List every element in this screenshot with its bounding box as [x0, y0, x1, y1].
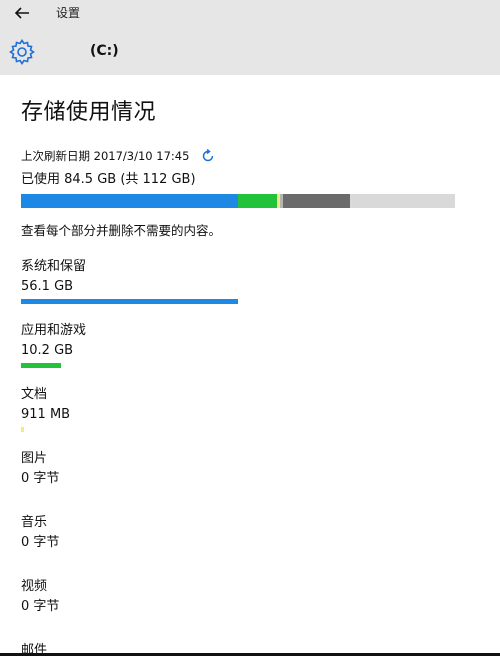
- refresh-icon[interactable]: [201, 149, 215, 163]
- category-name: 图片: [21, 451, 48, 466]
- storage-category[interactable]: 图片 0 字节: [21, 450, 481, 488]
- drive-label: (C:): [90, 43, 119, 59]
- page-header: (C:): [0, 28, 500, 75]
- usage-bar-segment: [21, 194, 238, 208]
- category-size: 0 字节: [21, 535, 60, 550]
- back-button[interactable]: [10, 2, 34, 24]
- title-bar: 设置: [0, 0, 500, 28]
- usage-bar: [21, 194, 455, 208]
- hint-text: 查看每个部分并删除不需要的内容。: [21, 223, 222, 238]
- gear-icon: [9, 39, 35, 65]
- usage-bar-segment: [238, 194, 277, 208]
- category-size: 911 MB: [21, 407, 71, 422]
- category-name: 音乐: [21, 515, 48, 530]
- storage-category[interactable]: 系统和保留 56.1 GB: [21, 258, 481, 304]
- category-usage-bar: [21, 299, 238, 304]
- category-usage-bar: [21, 363, 61, 368]
- window-title: 设置: [56, 6, 81, 20]
- usage-bar-segment: [283, 194, 350, 208]
- used-summary: 已使用 84.5 GB (共 112 GB): [21, 172, 196, 187]
- category-name: 系统和保留: [21, 259, 87, 274]
- storage-category[interactable]: 音乐 0 字节: [21, 514, 481, 552]
- storage-category[interactable]: 邮件: [21, 642, 481, 660]
- last-refresh-text: 上次刷新日期 2017/3/10 17:45: [21, 149, 190, 163]
- category-size: 10.2 GB: [21, 343, 74, 358]
- back-arrow-icon: [14, 7, 29, 19]
- category-usage-bar: [21, 427, 24, 432]
- category-name: 邮件: [21, 643, 48, 658]
- storage-category[interactable]: 文档 911 MB: [21, 386, 481, 432]
- storage-category[interactable]: 视频 0 字节: [21, 578, 481, 616]
- category-size: 0 字节: [21, 599, 60, 614]
- last-refresh: 上次刷新日期 2017/3/10 17:45: [21, 148, 215, 164]
- storage-category[interactable]: 应用和游戏 10.2 GB: [21, 322, 481, 368]
- category-size: 56.1 GB: [21, 279, 74, 294]
- category-size: 0 字节: [21, 471, 60, 486]
- category-name: 应用和游戏: [21, 323, 87, 338]
- page-title: 存储使用情况: [21, 100, 157, 125]
- category-name: 文档: [21, 387, 48, 402]
- category-name: 视频: [21, 579, 48, 594]
